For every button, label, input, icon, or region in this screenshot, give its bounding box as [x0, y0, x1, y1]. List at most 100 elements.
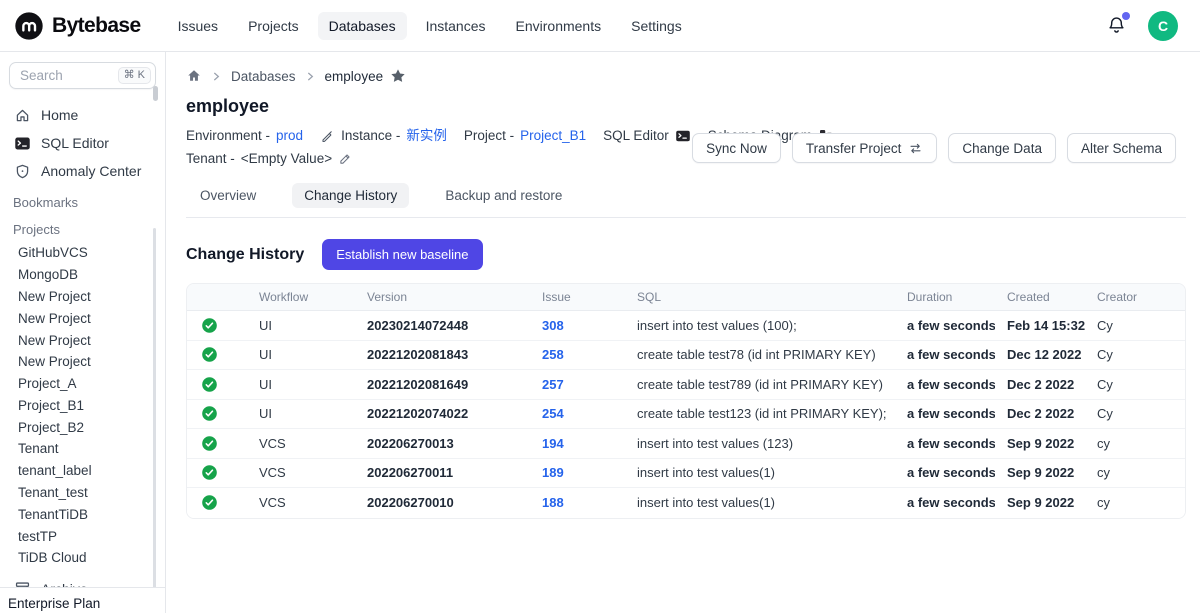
sidebar-project-item[interactable]: Project_B1 [0, 394, 165, 416]
success-check-icon [201, 464, 218, 481]
edit-pencil-icon[interactable] [338, 152, 352, 166]
sidebar-item-sql-editor[interactable]: SQL Editor [0, 129, 165, 157]
establish-baseline-button[interactable]: Establish new baseline [322, 239, 482, 270]
sidebar-project-item[interactable]: GitHubVCS [0, 242, 165, 264]
issue-link[interactable]: 308 [542, 318, 564, 333]
nav-item-issues[interactable]: Issues [167, 12, 229, 40]
version-cell: 20221202074022 [355, 406, 530, 421]
success-check-icon [201, 494, 218, 511]
issue-cell: 188 [530, 495, 625, 510]
project-name: tenant_label [18, 463, 92, 478]
sidebar-project-item[interactable]: tenant_label [0, 460, 165, 482]
environment-link[interactable]: prod [276, 124, 303, 147]
bytebase-logo[interactable]: Bytebase [14, 11, 141, 41]
projects-scrollbar[interactable] [153, 228, 156, 604]
sidebar-item-home[interactable]: Home [0, 101, 165, 129]
project-name: Project_B1 [18, 398, 84, 413]
sidebar-project-item[interactable]: TiDB Cloud [0, 547, 165, 569]
table-row: VCS 202206270011 189 insert into test va… [187, 459, 1185, 489]
table-row: UI 20221202081649 257 create table test7… [187, 370, 1185, 400]
project-link[interactable]: Project_B1 [520, 124, 586, 147]
transfer-project-button[interactable]: Transfer Project [792, 133, 938, 163]
created-cell: Sep 9 2022 [995, 495, 1085, 510]
button-label: Change Data [962, 141, 1042, 156]
tab-overview[interactable]: Overview [188, 183, 268, 208]
nav-item-instances[interactable]: Instances [415, 12, 497, 40]
sidebar-project-item[interactable]: Project_A [0, 373, 165, 395]
duration-cell: a few seconds [895, 406, 995, 421]
duration-cell: a few seconds [895, 465, 995, 480]
project-name: New Project [18, 289, 91, 304]
creator-cell: Cy [1085, 318, 1185, 333]
alter-schema-button[interactable]: Alter Schema [1067, 133, 1176, 163]
sidebar-project-item[interactable]: MongoDB [0, 264, 165, 286]
nav-item-environments[interactable]: Environments [505, 12, 613, 40]
sql-cell: insert into test values(1) [625, 495, 895, 510]
sidebar-scrollbar-thumb[interactable] [153, 86, 158, 101]
notifications-button[interactable] [1106, 15, 1128, 37]
sidebar-project-item[interactable]: testTP [0, 525, 165, 547]
project-name: Project_A [18, 376, 77, 391]
duration-cell: a few seconds [895, 436, 995, 451]
change-data-button[interactable]: Change Data [948, 133, 1056, 163]
issue-link[interactable]: 188 [542, 495, 564, 510]
sidebar-item-anomaly-center[interactable]: Anomaly Center [0, 157, 165, 185]
version-cell: 20221202081843 [355, 347, 530, 362]
sidebar-project-item[interactable]: Tenant_test [0, 482, 165, 504]
favorite-star-icon[interactable] [390, 68, 406, 84]
sync-now-button[interactable]: Sync Now [692, 133, 781, 163]
table-row: VCS 202206270010 188 insert into test va… [187, 488, 1185, 518]
sidebar-project-item[interactable]: New Project [0, 307, 165, 329]
sidebar-project-item[interactable]: Project_B2 [0, 416, 165, 438]
sidebar-project-item[interactable]: TenantTiDB [0, 503, 165, 525]
tenant-value: <Empty Value> [241, 147, 332, 170]
issue-link[interactable]: 254 [542, 406, 564, 421]
project-name: Tenant [18, 441, 59, 456]
environment-label: Environment - [186, 124, 270, 147]
instance-link[interactable]: 新实例 [406, 124, 447, 147]
nav-item-projects[interactable]: Projects [237, 12, 310, 40]
issue-link[interactable]: 257 [542, 377, 564, 392]
primary-nav: Issues Projects Databases Instances Envi… [167, 12, 693, 40]
table-row: UI 20230214072448 308 insert into test v… [187, 311, 1185, 341]
sidebar-item-label: Home [41, 107, 78, 123]
sidebar-project-item[interactable]: New Project [0, 351, 165, 373]
success-check-icon [201, 435, 218, 452]
version-cell: 202206270011 [355, 465, 530, 480]
user-avatar[interactable]: C [1148, 11, 1178, 41]
sql-editor-link[interactable]: SQL Editor [603, 124, 691, 147]
column-sql: SQL [625, 290, 895, 304]
tab-change-history[interactable]: Change History [292, 183, 409, 208]
created-cell: Sep 9 2022 [995, 465, 1085, 480]
status-cell [187, 494, 247, 511]
version-cell: 20221202081649 [355, 377, 530, 392]
sidebar-projects-list: GitHubVCS MongoDB New Project New Projec… [0, 242, 165, 569]
workflow-cell: VCS [247, 465, 355, 480]
sidebar-project-item[interactable]: New Project [0, 286, 165, 308]
project-name: New Project [18, 354, 91, 369]
nav-item-databases[interactable]: Databases [318, 12, 407, 40]
version-cell: 202206270013 [355, 436, 530, 451]
button-label: Transfer Project [806, 141, 902, 156]
search-input[interactable]: Search ⌘ K [9, 62, 156, 89]
bytebase-logo-icon [14, 11, 44, 41]
breadcrumb-home-icon[interactable] [186, 68, 202, 84]
project-meta: Project - Project_B1 [464, 124, 586, 147]
breadcrumb-databases[interactable]: Databases [231, 69, 296, 84]
sidebar-project-item[interactable]: Tenant [0, 438, 165, 460]
created-cell: Sep 9 2022 [995, 436, 1085, 451]
status-cell [187, 346, 247, 363]
sidebar: Search ⌘ K Home SQL Editor Anomaly Cente… [0, 52, 166, 613]
issue-link[interactable]: 189 [542, 465, 564, 480]
sidebar-project-item[interactable]: New Project [0, 329, 165, 351]
status-cell [187, 405, 247, 422]
issue-link[interactable]: 194 [542, 436, 564, 451]
nav-item-settings[interactable]: Settings [620, 12, 693, 40]
issue-cell: 254 [530, 406, 625, 421]
tab-backup-and-restore[interactable]: Backup and restore [433, 183, 574, 208]
issue-link[interactable]: 258 [542, 347, 564, 362]
chevron-right-icon [211, 71, 222, 82]
search-shortcut-badge: ⌘ K [118, 67, 151, 84]
project-name: New Project [18, 333, 91, 348]
table-row: VCS 202206270013 194 insert into test va… [187, 429, 1185, 459]
